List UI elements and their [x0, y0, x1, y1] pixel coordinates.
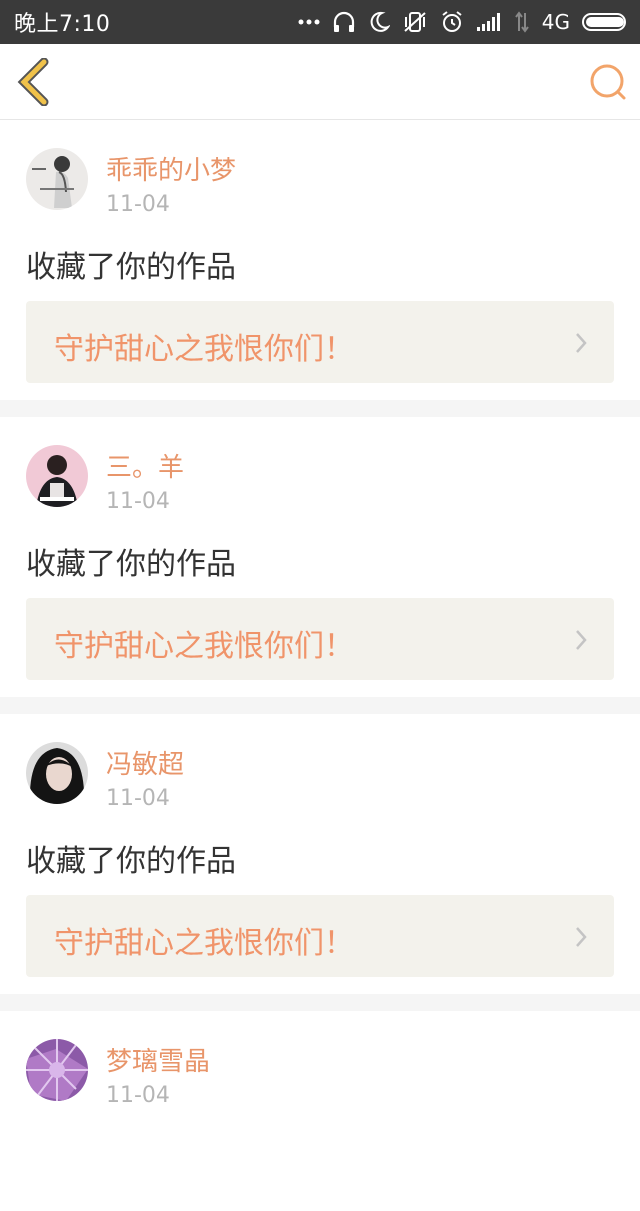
date: 11-04 [106, 1083, 170, 1108]
alarm-icon [442, 11, 462, 32]
avatar[interactable] [26, 148, 88, 210]
avatar[interactable] [26, 445, 88, 507]
date: 11-04 [106, 489, 170, 514]
data-arrows-icon [514, 11, 529, 33]
work-link[interactable]: 守护甜心之我恨你们！ [26, 895, 614, 977]
network-type: 4G [541, 10, 570, 34]
status-time: 晚上7:10 [14, 12, 111, 37]
work-title: 守护甜心之我恨你们！ [54, 332, 354, 367]
chevron-right-icon [576, 927, 587, 947]
battery-icon [582, 13, 626, 31]
headphones-icon [333, 11, 354, 32]
top-nav [0, 44, 640, 120]
username[interactable]: 乖乖的小梦 [106, 150, 236, 187]
signal-icon [476, 13, 500, 31]
status-bar: 晚上7:10 4G [0, 0, 640, 44]
username[interactable]: 冯敏超 [106, 744, 184, 781]
username[interactable]: 三。羊 [106, 447, 184, 484]
avatar[interactable] [26, 1039, 88, 1101]
action-text: 收藏了你的作品 [26, 844, 236, 879]
action-text: 收藏了你的作品 [26, 547, 236, 582]
work-link[interactable]: 守护甜心之我恨你们！ [26, 598, 614, 680]
search-icon [590, 64, 626, 100]
action-text: 收藏了你的作品 [26, 250, 236, 285]
avatar[interactable] [26, 742, 88, 804]
chevron-right-icon [576, 333, 587, 353]
work-link[interactable]: 守护甜心之我恨你们！ [26, 301, 614, 383]
notification-feed: 乖乖的小梦 11-04 收藏了你的作品 守护甜心之我恨你们！ 三。羊 11-04… [0, 120, 640, 1211]
back-button[interactable] [14, 58, 54, 106]
notification-card: 冯敏超 11-04 收藏了你的作品 守护甜心之我恨你们！ [0, 714, 640, 994]
work-title: 守护甜心之我恨你们！ [54, 926, 354, 961]
search-button[interactable] [588, 62, 628, 102]
date: 11-04 [106, 786, 170, 811]
notification-card: 乖乖的小梦 11-04 收藏了你的作品 守护甜心之我恨你们！ [0, 120, 640, 400]
status-icons: 4G [298, 10, 626, 34]
notification-card: 三。羊 11-04 收藏了你的作品 守护甜心之我恨你们！ [0, 417, 640, 697]
mute-vibrate-icon [404, 12, 426, 32]
moon-icon [370, 11, 390, 32]
chevron-right-icon [576, 630, 587, 650]
username[interactable]: 梦璃雪晶 [106, 1041, 210, 1078]
work-title: 守护甜心之我恨你们！ [54, 629, 354, 664]
notification-card: 梦璃雪晶 11-04 [0, 1011, 640, 1211]
more-dots-icon [298, 19, 320, 25]
date: 11-04 [106, 192, 170, 217]
